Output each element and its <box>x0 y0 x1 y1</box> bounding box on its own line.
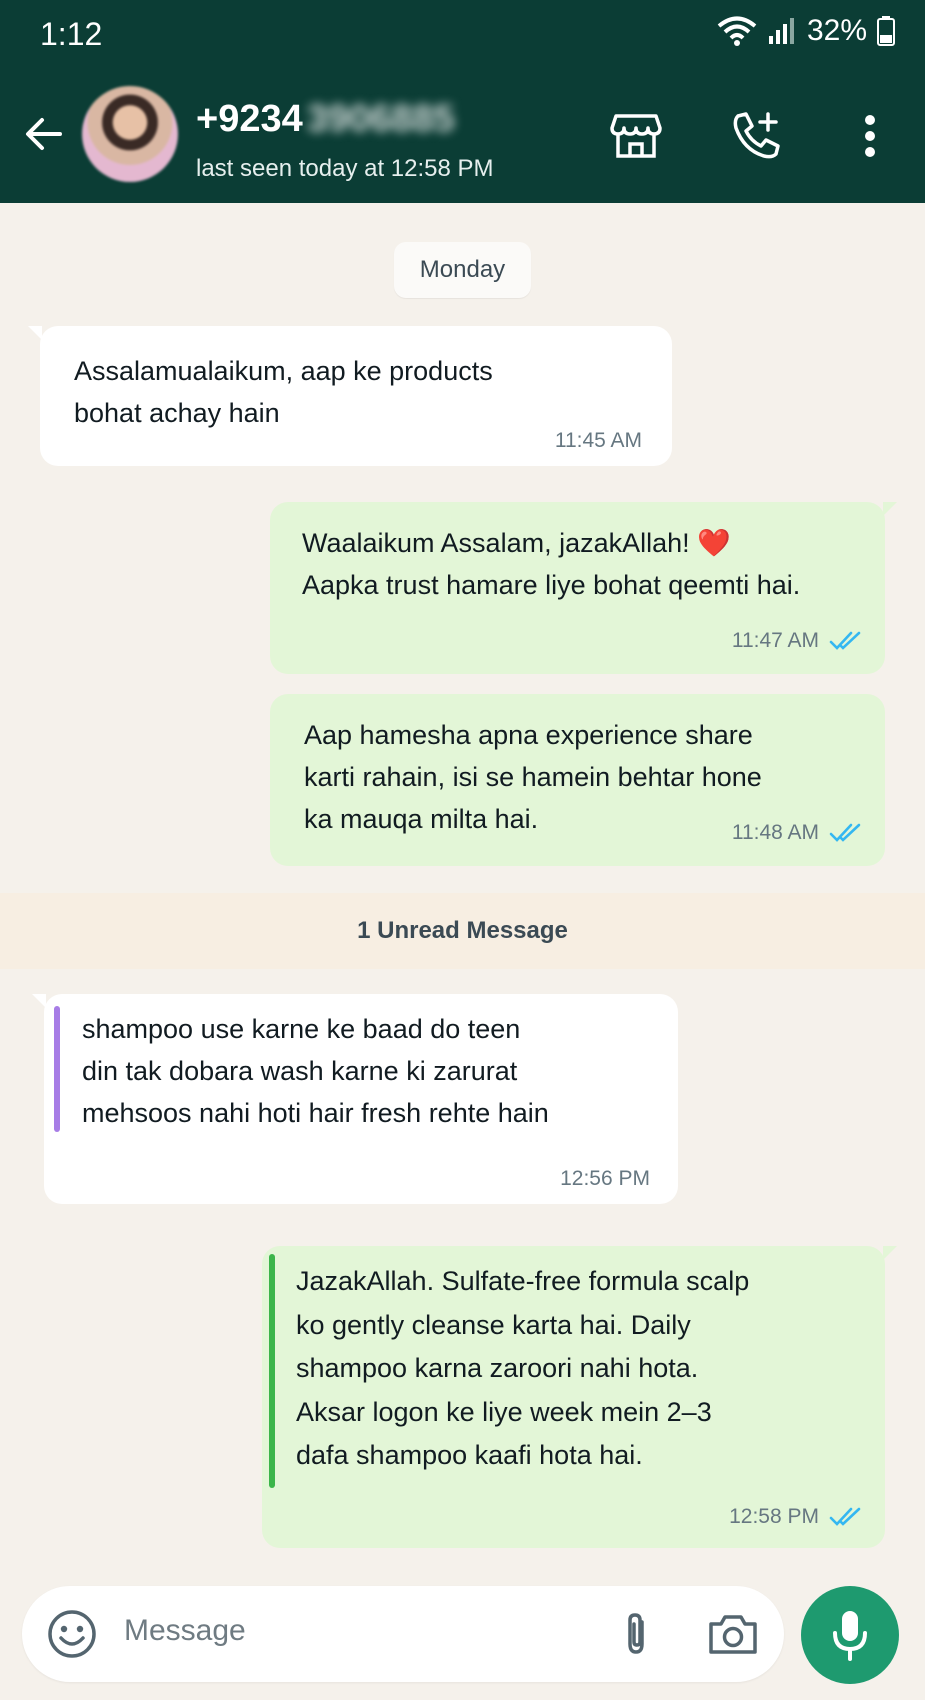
voice-record-button[interactable] <box>801 1586 899 1684</box>
add-call-button[interactable] <box>728 108 784 164</box>
attach-paperclip-icon[interactable] <box>612 1610 660 1658</box>
double-check-read-icon <box>829 1507 861 1526</box>
camera-icon[interactable] <box>707 1610 759 1658</box>
message-accent-bar <box>54 1006 60 1132</box>
battery-percent: 32% <box>806 14 867 47</box>
message-text: Waalaikum Assalam, jazakAllah! ❤️ Aapka … <box>302 528 801 600</box>
message-outgoing[interactable]: Aap hamesha apna experience share karti … <box>270 694 885 866</box>
battery-icon <box>877 16 895 46</box>
message-text: shampoo use karne ke baad do teen din ta… <box>82 1014 549 1128</box>
message-accent-bar <box>269 1254 275 1488</box>
app-header: 1:12 32% +9234 3906885 last seen today a… <box>0 0 925 203</box>
message-incoming[interactable]: shampoo use karne ke baad do teen din ta… <box>32 994 678 1204</box>
message-time: 12:56 PM <box>560 1158 650 1200</box>
contact-avatar[interactable] <box>82 86 178 182</box>
message-input[interactable]: Message <box>124 1614 246 1648</box>
status-time: 1:12 <box>40 16 103 52</box>
message-composer[interactable]: Message <box>22 1586 784 1682</box>
status-icons: 32% <box>717 14 895 48</box>
phone-add-icon <box>733 112 780 159</box>
message-outgoing[interactable]: JazakAllah. Sulfate-free formula scalp k… <box>262 1246 897 1548</box>
message-incoming[interactable]: Assalamualaikum, aap ke products bohat a… <box>28 326 672 466</box>
message-timestamp: 12:56 PM <box>560 1167 650 1190</box>
message-timestamp: 12:58 PM <box>729 1505 819 1528</box>
contact-name[interactable]: +9234 3906885 <box>196 98 455 141</box>
signal-icon <box>768 18 794 44</box>
message-time: 11:48 AM <box>732 812 863 854</box>
double-check-read-icon <box>829 631 861 650</box>
wifi-icon <box>717 16 757 46</box>
message-text: Aap hamesha apna experience share karti … <box>304 720 762 834</box>
more-vertical-icon <box>865 115 875 157</box>
last-seen-status: last seen today at 12:58 PM <box>196 155 494 182</box>
contact-number: +9234 <box>196 98 303 140</box>
microphone-icon <box>833 1611 867 1661</box>
message-timestamp: 11:48 AM <box>731 821 819 844</box>
contact-number-redacted: 3906885 <box>306 98 455 140</box>
message-timestamp: 11:45 AM <box>554 429 642 452</box>
message-text: Assalamualaikum, aap ke products bohat a… <box>74 356 493 428</box>
double-check-read-icon <box>829 823 861 842</box>
message-outgoing[interactable]: Waalaikum Assalam, jazakAllah! ❤️ Aapka … <box>270 502 897 674</box>
unread-messages-banner: 1 Unread Message <box>0 893 925 969</box>
emoji-icon[interactable] <box>46 1608 98 1660</box>
more-options-button[interactable] <box>842 108 898 164</box>
back-arrow-icon[interactable] <box>20 110 68 158</box>
message-timestamp: 11:47 AM <box>731 629 819 652</box>
message-time: 11:47 AM <box>732 620 863 662</box>
message-time: 12:58 PM <box>729 1496 863 1538</box>
message-text: JazakAllah. Sulfate-free formula scalp k… <box>296 1266 750 1470</box>
catalog-store-button[interactable] <box>608 108 664 164</box>
date-separator: Monday <box>394 242 531 298</box>
store-icon <box>610 114 662 158</box>
message-time: 11:45 AM <box>555 420 642 462</box>
